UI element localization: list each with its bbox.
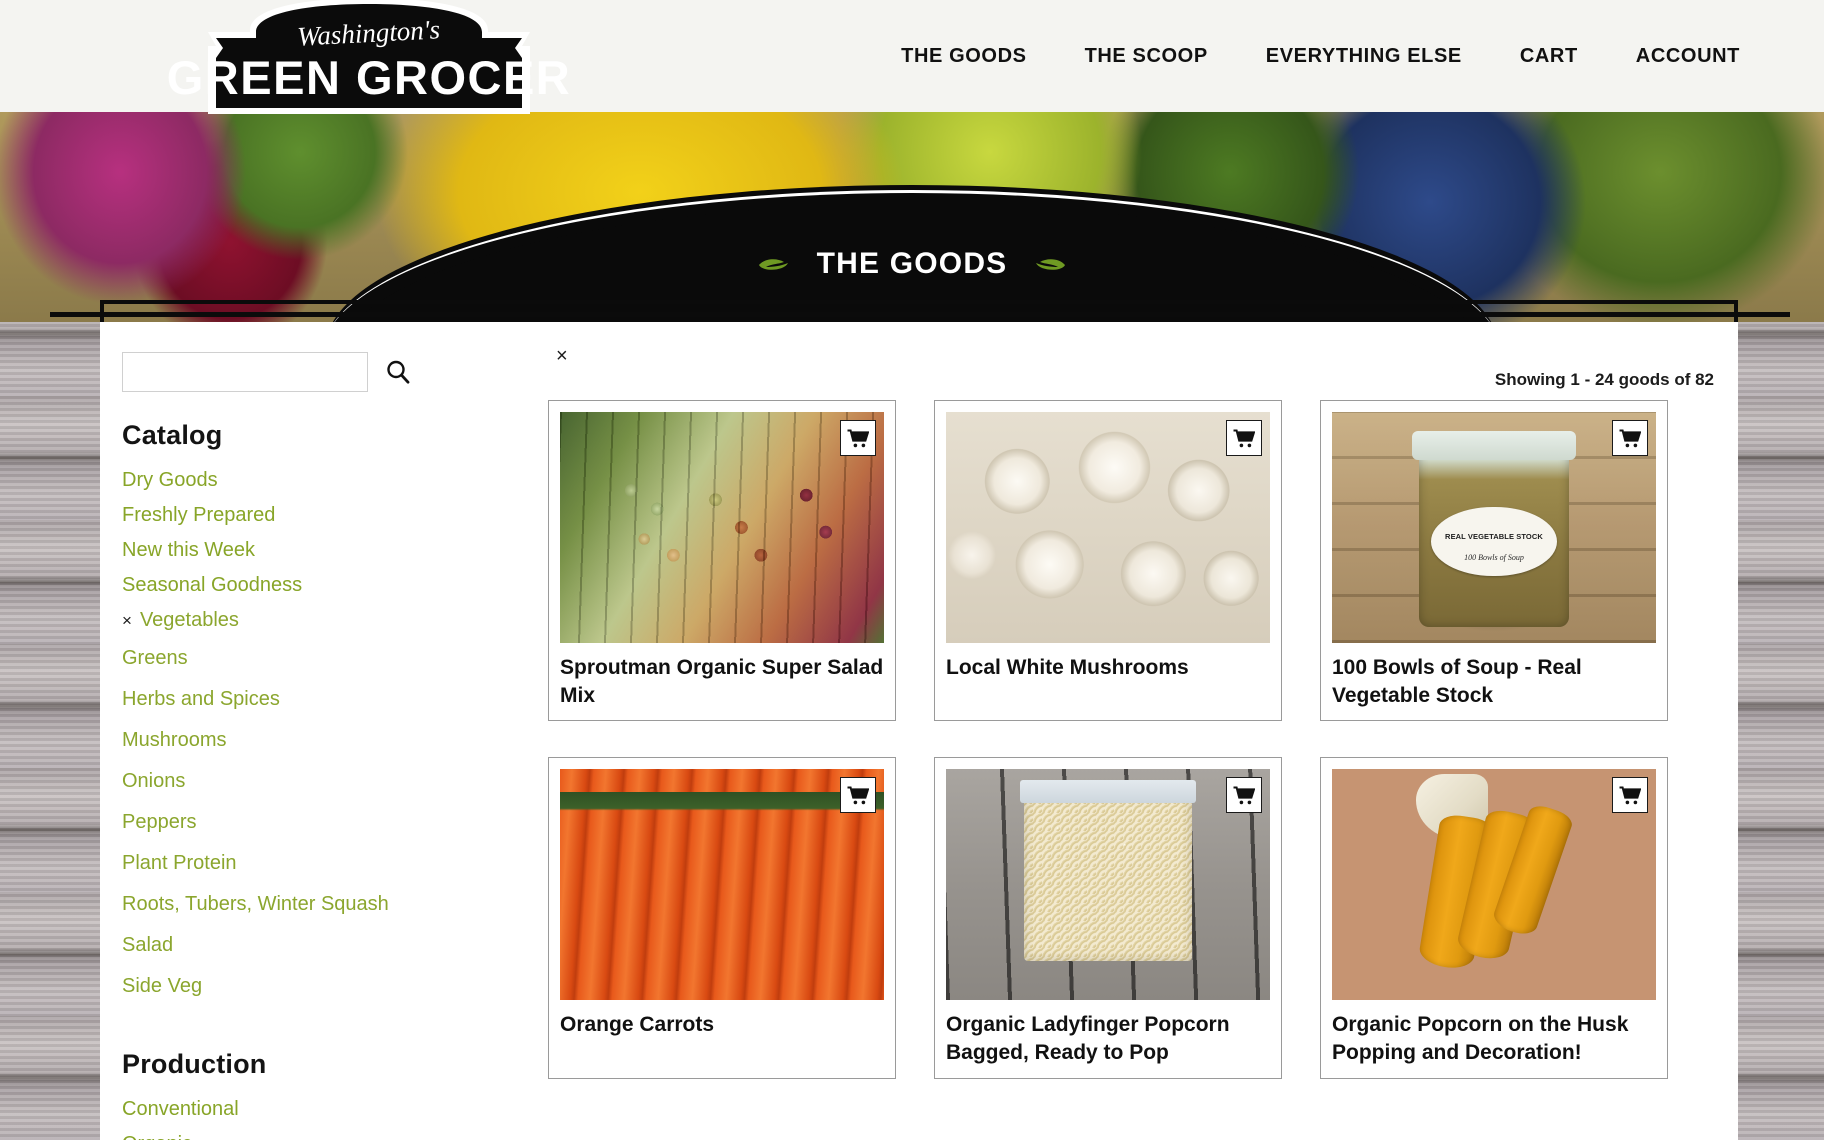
clear-filter-icon[interactable]: × — [556, 346, 568, 366]
product-image-stock: REAL VEGETABLE STOCK 100 Bowls of Soup — [1332, 412, 1656, 643]
catalog-heading: Catalog — [122, 420, 223, 450]
product-image-wrap — [946, 412, 1270, 643]
nav-item-cart[interactable]: CART — [1520, 45, 1578, 68]
add-to-cart-button[interactable] — [840, 420, 876, 456]
sidebar-item-peppers[interactable]: Peppers — [122, 802, 504, 843]
product-title[interactable]: Sproutman Organic Super Salad Mix — [560, 654, 884, 709]
svg-text:GREEN GROCER: GREEN GROCER — [167, 51, 572, 104]
sidebar-item-freshly-prepared[interactable]: Freshly Prepared — [122, 498, 504, 533]
listing-toolbar: × Showing 1 - 24 goods of 82 — [548, 346, 1714, 398]
product-title[interactable]: Orange Carrots — [560, 1011, 884, 1039]
add-to-cart-button[interactable] — [1226, 420, 1262, 456]
product-card[interactable]: Organic Popcorn on the Husk Popping and … — [1320, 757, 1668, 1079]
stock-lid-shape — [1412, 430, 1576, 460]
cart-icon — [847, 429, 869, 447]
cart-icon — [1619, 786, 1641, 805]
production-heading: Production — [122, 1049, 267, 1079]
leaf-flourish-left-icon — [758, 259, 788, 270]
stock-jar-shape: REAL VEGETABLE STOCK 100 Bowls of Soup — [1412, 430, 1576, 627]
hero-frame-bar — [50, 312, 1790, 317]
results-count: Showing 1 - 24 goods of 82 — [1494, 370, 1714, 389]
sidebar-item-new-this-week[interactable]: New this Week — [122, 533, 504, 568]
product-image-carrots — [560, 769, 884, 1001]
nav-item-everything-else[interactable]: EVERYTHING ELSE — [1266, 45, 1462, 68]
nav-item-the-scoop[interactable]: THE SCOOP — [1085, 45, 1208, 68]
search-icon — [387, 360, 410, 384]
stock-label-brand: 100 Bowls of Soup — [1464, 552, 1524, 562]
leaf-flourish-right-icon — [1036, 259, 1066, 270]
cart-icon — [1619, 429, 1641, 447]
sidebar-item-salad[interactable]: Salad — [122, 925, 504, 966]
product-image-mushrooms — [946, 412, 1270, 643]
product-title[interactable]: Organic Ladyfinger Popcorn Bagged, Ready… — [946, 1011, 1270, 1066]
product-card[interactable]: Orange Carrots — [548, 757, 896, 1079]
nav-item-the-goods[interactable]: THE GOODS — [901, 45, 1026, 68]
main-navigation: THE GOODS THE SCOOP EVERYTHING ELSE CART… — [901, 0, 1824, 112]
search-input[interactable] — [122, 352, 368, 392]
search-button[interactable] — [384, 358, 412, 386]
sidebar-item-herbs-and-spices[interactable]: Herbs and Spices — [122, 679, 504, 720]
product-image-wrap — [560, 412, 884, 643]
sidebar-item-plant-protein[interactable]: Plant Protein — [122, 843, 504, 884]
sidebar-item-greens[interactable]: Greens — [122, 638, 504, 679]
product-image-popcorn-bag — [946, 769, 1270, 1001]
product-grid: Sproutman Organic Super Salad Mix Local … — [548, 400, 1714, 1079]
sidebar-item-vegetables[interactable]: × Vegetables — [122, 603, 504, 638]
search-row — [122, 352, 504, 392]
cart-icon — [1233, 429, 1255, 447]
sidebar: Catalog Dry Goods Freshly Prepared New t… — [100, 322, 504, 1140]
product-image-wrap — [1332, 769, 1656, 1001]
product-title[interactable]: Organic Popcorn on the Husk Popping and … — [1332, 1011, 1656, 1066]
product-image-corn — [1332, 769, 1656, 1001]
sidebar-item-mushrooms[interactable]: Mushrooms — [122, 720, 504, 761]
product-listing: × Showing 1 - 24 goods of 82 Sproutman O… — [504, 322, 1738, 1079]
page-root: THE GOODS THE SCOOP EVERYTHING ELSE CART… — [0, 0, 1824, 1140]
sidebar-item-seasonal-goodness[interactable]: Seasonal Goodness — [122, 568, 504, 603]
hero-banner: THE GOODS — [0, 112, 1824, 322]
remove-vegetables-filter-icon[interactable]: × — [122, 603, 132, 638]
add-to-cart-button[interactable] — [1226, 777, 1262, 814]
sidebar-item-dry-goods[interactable]: Dry Goods — [122, 463, 504, 498]
product-image-wrap — [946, 769, 1270, 1001]
sidebar-item-organic[interactable]: Organic — [122, 1127, 504, 1140]
nav-item-account[interactable]: ACCOUNT — [1636, 45, 1740, 68]
hero-title-row: THE GOODS — [0, 247, 1824, 281]
product-image-wrap — [560, 769, 884, 1001]
product-title[interactable]: Local White Mushrooms — [946, 654, 1270, 682]
product-card[interactable]: REAL VEGETABLE STOCK 100 Bowls of Soup 1… — [1320, 400, 1668, 722]
product-title[interactable]: 100 Bowls of Soup - Real Vegetable Stock — [1332, 654, 1656, 709]
sidebar-item-onions[interactable]: Onions — [122, 761, 504, 802]
stock-label-shape: REAL VEGETABLE STOCK 100 Bowls of Soup — [1431, 506, 1557, 577]
sidebar-item-conventional[interactable]: Conventional — [122, 1092, 504, 1127]
stock-label-title: REAL VEGETABLE STOCK — [1445, 531, 1543, 541]
add-to-cart-button[interactable] — [1612, 420, 1648, 456]
popcorn-bag-zip-shape — [1020, 779, 1196, 804]
product-image-wrap: REAL VEGETABLE STOCK 100 Bowls of Soup — [1332, 412, 1656, 643]
cart-icon — [847, 786, 869, 805]
sidebar-item-side-veg[interactable]: Side Veg — [122, 966, 504, 1007]
product-image-sprouts — [560, 412, 884, 643]
hero-title: THE GOODS — [816, 247, 1008, 280]
hero-frame-border — [100, 300, 1738, 322]
product-card[interactable]: Sproutman Organic Super Salad Mix — [548, 400, 896, 722]
add-to-cart-button[interactable] — [1612, 777, 1648, 814]
popcorn-bag-shape — [1020, 779, 1196, 962]
content-panel: Catalog Dry Goods Freshly Prepared New t… — [100, 322, 1738, 1140]
product-card[interactable]: Organic Ladyfinger Popcorn Bagged, Ready… — [934, 757, 1282, 1079]
site-logo[interactable]: Washington's GREEN GROCER — [130, 0, 608, 124]
sidebar-item-vegetables-label: Vegetables — [139, 609, 239, 631]
add-to-cart-button[interactable] — [840, 777, 876, 814]
product-card[interactable]: Local White Mushrooms — [934, 400, 1282, 722]
sidebar-item-roots-tubers-winter-squash[interactable]: Roots, Tubers, Winter Squash — [122, 884, 504, 925]
cart-icon — [1233, 786, 1255, 805]
